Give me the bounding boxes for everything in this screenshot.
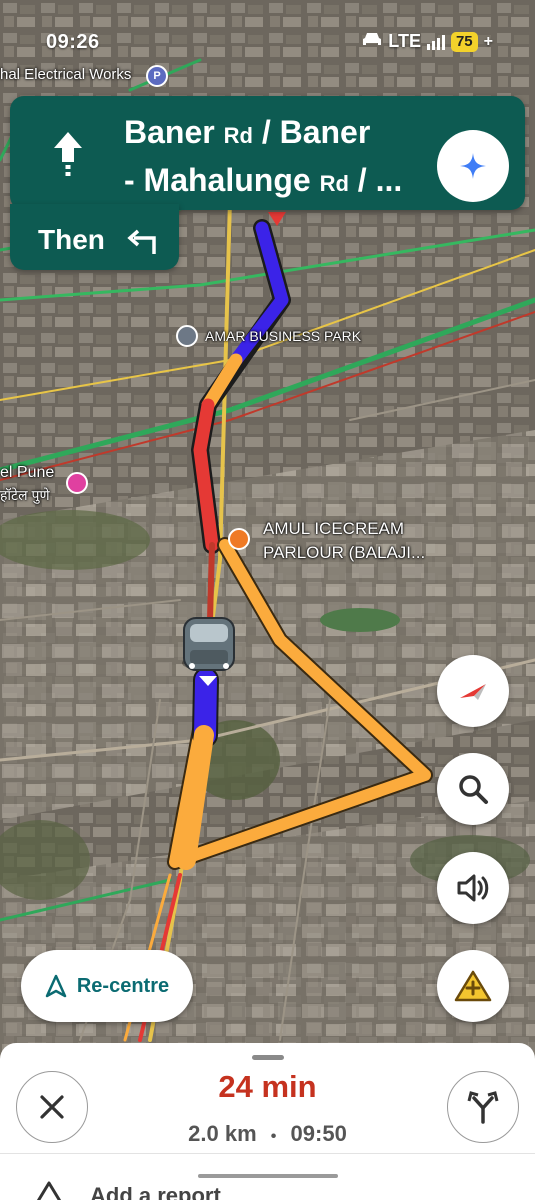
hotel-pin-icon[interactable] [66, 472, 88, 494]
arrival-time: 09:50 [290, 1121, 347, 1146]
restaurant-pin-icon[interactable] [228, 528, 250, 550]
status-indicators: LTE 75 + [362, 31, 493, 52]
warning-icon [36, 1181, 62, 1200]
navigation-instruction-banner[interactable]: Baner Rd / Baner - Mahalunge Rd / ... [10, 96, 525, 210]
business-park-pin-icon[interactable] [176, 325, 198, 347]
details-separator: • [270, 1128, 277, 1145]
recentre-label: Re-centre [76, 974, 170, 997]
turn-left-icon [127, 229, 156, 254]
compass-icon [460, 684, 486, 700]
add-report-icon [454, 970, 492, 1002]
volume-icon [457, 874, 489, 902]
navigation-arrow-icon [45, 974, 67, 998]
compass-button[interactable] [437, 655, 509, 727]
then-label: Then [38, 224, 105, 255]
sound-button[interactable] [437, 852, 509, 924]
add-report-row[interactable]: Add a report [30, 1181, 221, 1200]
straight-arrow-icon [54, 132, 82, 176]
map-label-hotel-pune-marathi: हॉटेल पुणे [0, 487, 50, 503]
gemini-assistant-button[interactable] [437, 130, 509, 202]
search-icon [459, 775, 488, 804]
recentre-button[interactable]: Re-centre [21, 950, 193, 1022]
trip-distance: 2.0 km [188, 1121, 257, 1146]
then-instruction[interactable]: Then [10, 204, 179, 270]
route-fork-icon [467, 1091, 499, 1124]
map-label-amul-1: AMUL ICECREAM [263, 519, 405, 538]
map-label-electrical-works: hal Electrical Works [0, 66, 132, 83]
map-label-amar-business-park: AMAR BUSINESS PARK [205, 328, 362, 344]
alternate-routes-button[interactable] [447, 1071, 519, 1143]
battery-indicator: 75 [450, 31, 478, 52]
add-report-label: Add a report [90, 1183, 221, 1200]
next-street-name: Baner Rd / Baner - Mahalunge Rd / ... [124, 114, 403, 198]
fuel-poi-icon[interactable]: P [146, 65, 168, 87]
search-button[interactable] [437, 753, 509, 825]
signal-icon [426, 34, 445, 50]
trip-summary-sheet[interactable]: 24 min 2.0 km • 09:50 Add a report [0, 1043, 535, 1200]
sparkle-icon [460, 153, 486, 179]
sheet-divider [0, 1153, 535, 1154]
car-mode-icon [362, 31, 382, 52]
status-bar: 09:26 LTE 75 + [0, 0, 535, 60]
status-time: 09:26 [46, 31, 100, 53]
map-label-hotel-pune: el Pune [0, 464, 55, 481]
add-report-button[interactable] [437, 950, 509, 1022]
home-indicator [198, 1174, 338, 1178]
charging-icon: + [483, 32, 493, 50]
map-label-amul-2: PARLOUR (BALAJI... [263, 543, 426, 562]
sheet-handle[interactable] [252, 1055, 284, 1060]
network-type: LTE [388, 31, 421, 51]
